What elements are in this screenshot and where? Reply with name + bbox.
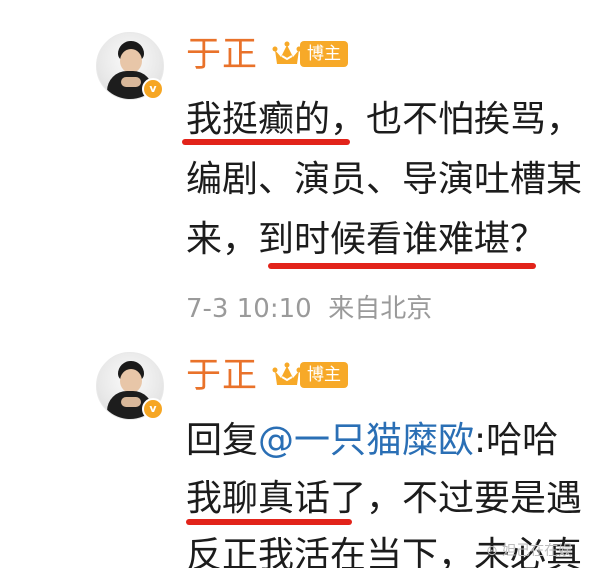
timestamp: 7-3 10:10 <box>186 294 312 324</box>
weibo-screenshot: v 于正 博主 我挺癫的，也不怕挨骂， 编剧、演员、导演吐槽某 来，到时候看谁难… <box>0 0 600 568</box>
red-underline <box>186 519 352 525</box>
username[interactable]: 于正 <box>186 35 258 75</box>
red-underline <box>182 139 350 145</box>
post-text-line: 来，到时候看谁难堪？ <box>186 218 546 262</box>
post-text-line: 回复@一只猫糜欧:哈哈 <box>186 419 558 463</box>
post-meta: 7-3 10:10 来自北京 <box>186 293 432 325</box>
verified-v-icon: v <box>142 398 164 420</box>
post-text-line: 我聊真话了，不过要是遇 <box>186 477 582 521</box>
post-text-line: 编剧、演员、导演吐槽某 <box>186 159 583 200</box>
text-segment: 回复 <box>186 420 259 461</box>
text-segment: ，不过要是遇 <box>366 478 583 519</box>
verified-v-icon: v <box>142 78 164 100</box>
post-source: 来自北京 <box>328 294 433 324</box>
highlighted-phrase: 到时候看谁难堪 <box>258 219 511 260</box>
red-underline <box>268 263 536 269</box>
mention-link[interactable]: @一只猫糜欧 <box>258 420 474 461</box>
post-text-line: 我挺癫的，也不怕挨骂， <box>186 98 582 142</box>
watermark: ⊙ 妲己在在娱 <box>486 543 573 559</box>
crown-icon <box>272 362 302 385</box>
text-segment: 来， <box>186 219 259 260</box>
text-segment: ？ <box>510 219 547 260</box>
username[interactable]: 于正 <box>186 356 258 396</box>
highlighted-phrase: 我聊真话了 <box>186 478 367 519</box>
text-segment: :哈哈 <box>474 420 559 461</box>
highlighted-phrase: 我挺癫的 <box>186 99 331 140</box>
blogger-badge: 博主 <box>300 362 348 388</box>
text-segment: ，也不怕挨骂， <box>330 99 583 140</box>
crown-icon <box>272 41 302 64</box>
blogger-badge: 博主 <box>300 41 348 67</box>
